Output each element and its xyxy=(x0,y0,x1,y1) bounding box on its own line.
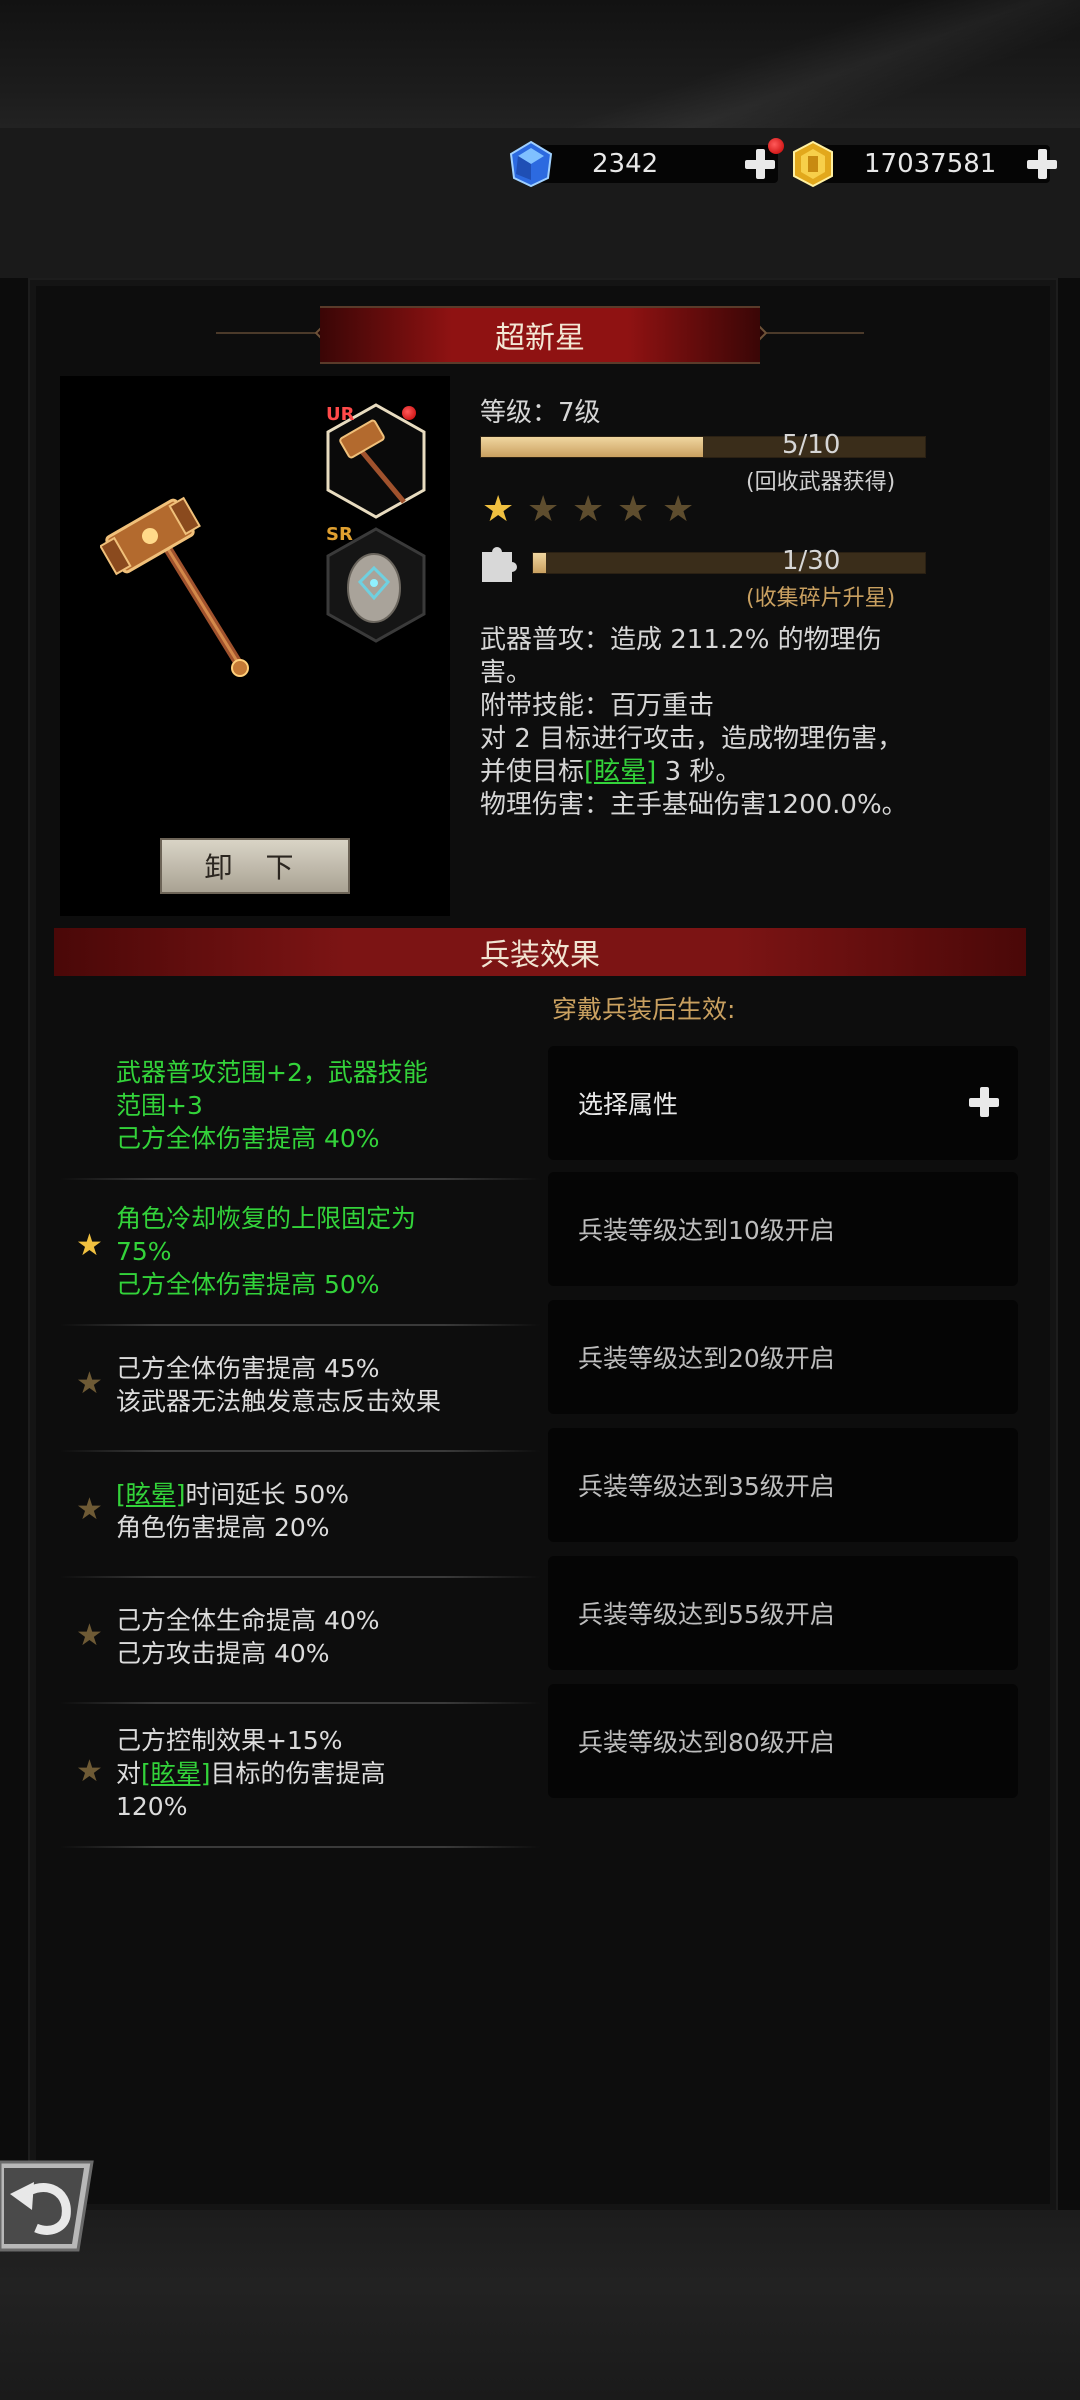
weapon-display: UR SR xyxy=(60,376,450,916)
wear-hint: 穿戴兵装后生效: xyxy=(552,995,736,1024)
star-icon: ★ xyxy=(527,489,560,530)
attack-desc-cont: 害。 xyxy=(480,658,533,688)
exp-bar xyxy=(480,436,926,458)
effect-row-3: 己方全体伤害提高 45% 该武器无法触发意志反击效果 xyxy=(116,1354,442,1416)
star-icon: ★ xyxy=(617,489,650,530)
physical-damage: 物理伤害：主手基础伤害1200.0%。 xyxy=(480,790,908,820)
stun-link[interactable]: [眩晕] xyxy=(141,1759,211,1788)
ur-badge: UR xyxy=(326,404,355,425)
fragment-bar xyxy=(532,552,926,574)
effects-banner: 兵装效果 xyxy=(54,928,1026,976)
effect-row-1: 武器普攻范围+2，武器技能 范围+3 己方全体伤害提高 40% xyxy=(116,1058,428,1153)
gold-count: 17037581 xyxy=(810,145,1050,183)
weapon-name: 超新星 xyxy=(320,306,760,364)
star-icon: ★ xyxy=(662,489,695,530)
locked-slot-35: 兵装等级达到35级开启 xyxy=(548,1428,1018,1542)
notification-dot xyxy=(768,138,784,154)
puzzle-icon xyxy=(482,547,517,582)
skill-detail: 对 2 目标进行攻击，造成物理伤害， xyxy=(480,724,904,754)
stun-link[interactable]: [眩晕] xyxy=(584,757,656,787)
stun-line: 并使目标[眩晕] 3 秒。 xyxy=(480,757,742,787)
locked-slot-10: 兵装等级达到10级开启 xyxy=(548,1172,1018,1286)
star-icon: ★ xyxy=(76,1366,103,1401)
skill-name: 附带技能：百万重击 xyxy=(480,691,715,721)
star-icon: ★ xyxy=(482,489,515,530)
exp-bar-fill xyxy=(481,437,703,457)
slot-notification-dot xyxy=(402,406,416,420)
attack-desc: 武器普攻：造成 211.2% 的物理伤 xyxy=(480,625,882,655)
hammer-icon xyxy=(100,496,249,677)
locked-slot-20: 兵装等级达到20级开启 xyxy=(548,1300,1018,1414)
star-icon: ★ xyxy=(76,1618,103,1653)
effect-row-5: 己方全体生命提高 40% 己方攻击提高 40% xyxy=(116,1606,380,1668)
fragment-bar-fill xyxy=(533,553,546,573)
locked-slot-55: 兵装等级达到55级开启 xyxy=(548,1556,1018,1670)
locked-slot-80: 兵装等级达到80级开启 xyxy=(548,1684,1018,1798)
exp-progress: 5/10 xyxy=(782,430,841,460)
back-arrow-icon[interactable] xyxy=(0,2158,96,2254)
fragment-hint: (收集碎片升星) xyxy=(746,586,896,611)
effect-row-2: 角色冷却恢复的上限固定为 75% 己方全体伤害提高 50% xyxy=(116,1204,417,1299)
plus-icon[interactable] xyxy=(966,1084,1002,1120)
gold-coin-icon xyxy=(793,140,833,188)
select-attribute-slot[interactable]: 选择属性 xyxy=(548,1046,1018,1160)
star-icon: ★ xyxy=(76,1492,103,1527)
sr-badge: SR xyxy=(326,524,353,545)
star-icon: ★ xyxy=(76,1228,103,1263)
exp-hint: (回收武器获得) xyxy=(746,470,896,495)
effect-row-4: [眩晕]时间延长 50% 角色伤害提高 20% xyxy=(116,1480,350,1542)
fragment-progress: 1/30 xyxy=(782,546,841,576)
bottom-background xyxy=(0,2210,1080,2400)
gem-currency: 2342 xyxy=(508,140,780,188)
weapon-description: 武器普攻：造成 211.2% 的物理伤 害。 附带技能：百万重击 对 2 目标进… xyxy=(480,624,1000,822)
effect-row-6: 己方控制效果+15% 对[眩晕]目标的伤害提高 120% xyxy=(116,1726,386,1821)
top-background xyxy=(0,0,1080,128)
unequip-button[interactable]: 卸 下 xyxy=(160,838,350,894)
star-icon: ★ xyxy=(76,1754,103,1789)
stun-link[interactable]: [眩晕] xyxy=(116,1480,186,1509)
weapon-level: 等级：7级 xyxy=(480,398,601,428)
star-icon: ★ xyxy=(572,489,605,530)
blue-gem-icon xyxy=(509,140,553,188)
add-gold-button[interactable] xyxy=(1024,146,1060,182)
